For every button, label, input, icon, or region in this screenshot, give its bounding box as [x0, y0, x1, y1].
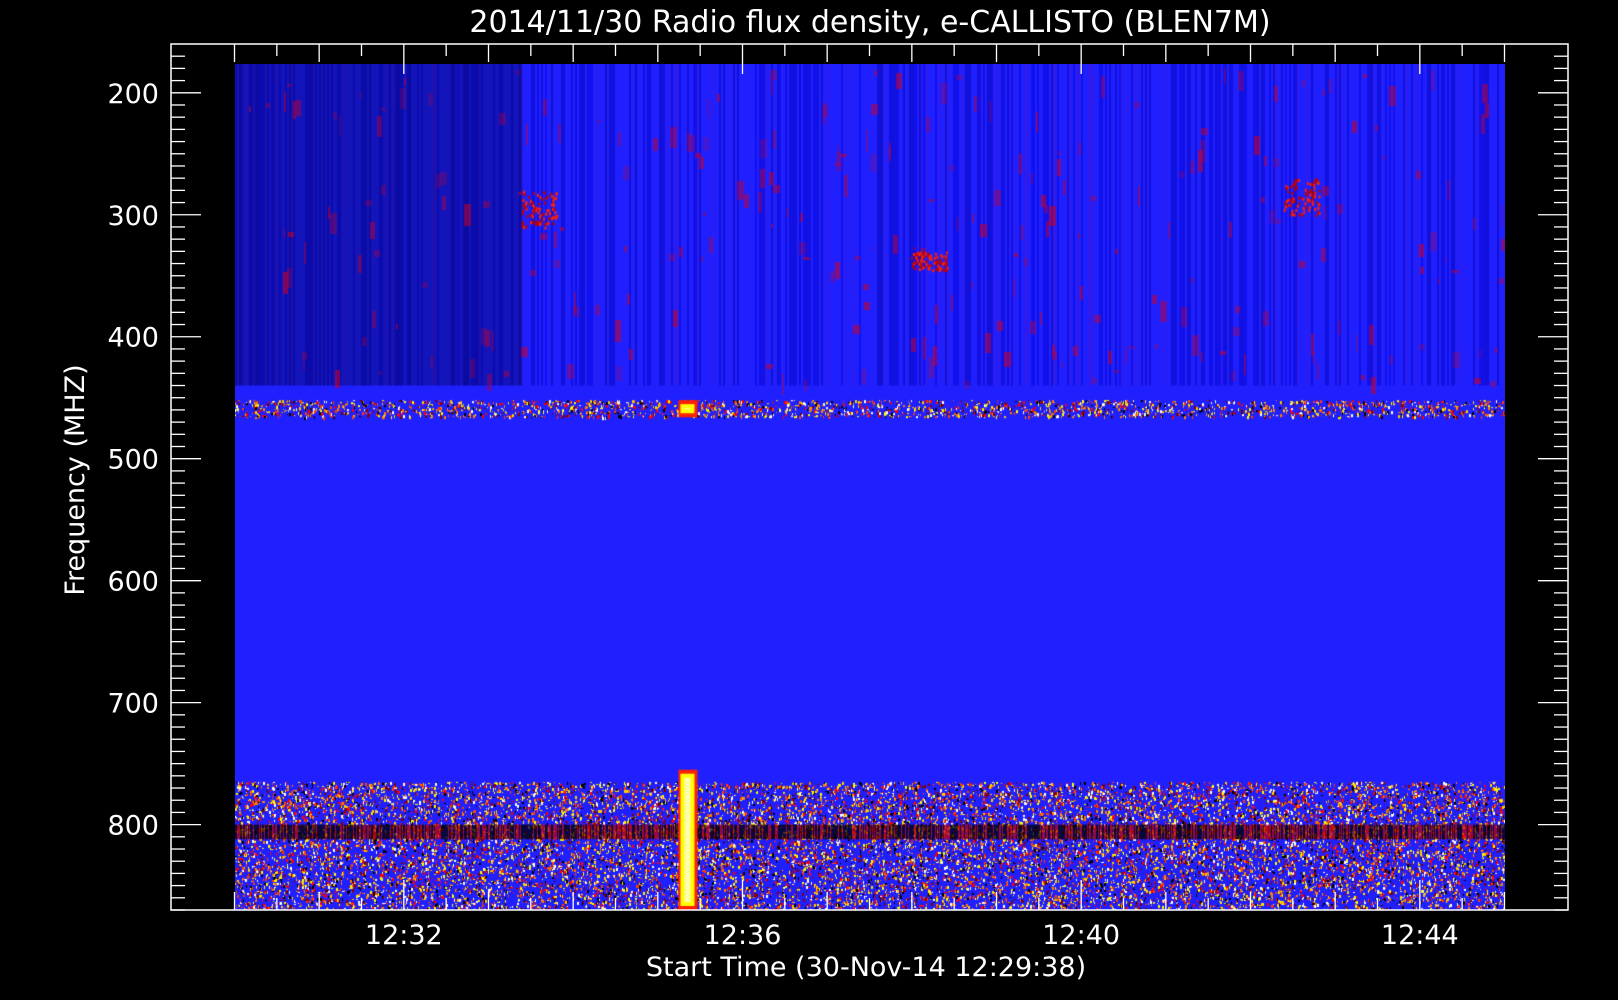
- spectrogram-chart: 200 300 400 500 600 700 800 12:32 12:36 12:40 12:4…: [0, 0, 1618, 1000]
- x-axis-label: Start Time (30-Nov-14 12:29:38): [646, 952, 1086, 983]
- x-tick-label: 12:32: [365, 920, 443, 951]
- y-tick-label: 200: [107, 79, 159, 110]
- chart-title: 2014/11/30 Radio flux density, e-CALLIST…: [469, 5, 1270, 40]
- y-tick-label: 700: [107, 689, 159, 720]
- y-tick-label: 500: [107, 445, 159, 476]
- x-tick-label: 12:40: [1042, 920, 1120, 951]
- spectrogram-heatmap: [235, 64, 1505, 910]
- y-tick-label: 600: [107, 567, 159, 598]
- y-tick-label: 300: [107, 201, 159, 232]
- y-tick-label: 400: [107, 323, 159, 354]
- y-tick-label: 800: [107, 811, 159, 842]
- y-axis-label: Frequency (MHZ): [60, 364, 91, 595]
- x-tick-label: 12:44: [1381, 920, 1459, 951]
- x-tick-label: 12:36: [704, 920, 782, 951]
